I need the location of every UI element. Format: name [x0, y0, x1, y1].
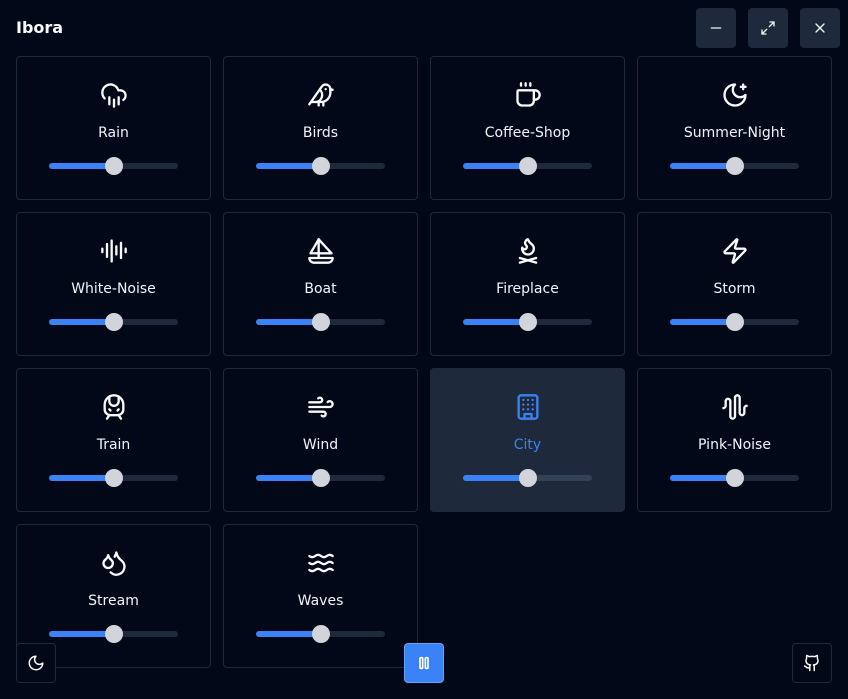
moon-icon — [27, 654, 45, 672]
maximize-button[interactable] — [748, 8, 788, 48]
audio-lines-icon — [100, 237, 128, 265]
github-icon — [803, 654, 821, 672]
volume-slider-thumb[interactable] — [311, 469, 330, 487]
volume-slider[interactable] — [49, 313, 178, 331]
sailboat-icon — [307, 237, 335, 265]
volume-slider[interactable] — [49, 469, 178, 487]
sound-card-wind[interactable]: Wind — [223, 368, 418, 512]
volume-slider-thumb[interactable] — [104, 625, 123, 643]
theme-toggle-button[interactable] — [16, 643, 56, 683]
sound-card-city[interactable]: City — [430, 368, 625, 512]
sound-label: Coffee-Shop — [484, 125, 571, 141]
maximize-icon — [760, 20, 776, 36]
sound-card-pink-noise[interactable]: Pink-Noise — [637, 368, 832, 512]
sound-card-birds[interactable]: Birds — [223, 56, 418, 200]
sound-label: White-Noise — [71, 281, 156, 297]
sound-label: Wind — [302, 437, 339, 453]
audio-waveform-icon — [721, 393, 749, 421]
volume-slider-thumb[interactable] — [518, 469, 537, 487]
close-button[interactable] — [800, 8, 840, 48]
sound-card-white-noise[interactable]: White-Noise — [16, 212, 211, 356]
pause-button[interactable] — [404, 643, 444, 683]
wind-icon — [307, 393, 335, 421]
flame-kindling-icon — [514, 237, 542, 265]
app-title: Ibora — [16, 18, 64, 37]
sound-card-coffee-shop[interactable]: Coffee-Shop — [430, 56, 625, 200]
waves-icon — [307, 549, 335, 577]
moon-star-icon — [721, 81, 749, 109]
pause-icon — [416, 655, 432, 671]
sound-card-boat[interactable]: Boat — [223, 212, 418, 356]
volume-slider[interactable] — [49, 625, 178, 643]
volume-slider-thumb[interactable] — [104, 469, 123, 487]
volume-slider-thumb[interactable] — [725, 313, 744, 331]
volume-slider-thumb[interactable] — [311, 313, 330, 331]
volume-slider-thumb[interactable] — [104, 313, 123, 331]
sound-label: Train — [96, 437, 131, 453]
sound-card-waves[interactable]: Waves — [223, 524, 418, 668]
volume-slider-thumb[interactable] — [518, 313, 537, 331]
volume-slider[interactable] — [670, 313, 799, 331]
volume-slider-fill — [256, 319, 321, 325]
volume-slider[interactable] — [670, 469, 799, 487]
volume-slider[interactable] — [256, 469, 385, 487]
close-icon — [812, 20, 828, 36]
volume-slider-thumb[interactable] — [104, 157, 123, 175]
github-button[interactable] — [792, 643, 832, 683]
volume-slider-fill — [49, 163, 114, 169]
volume-slider-fill — [463, 475, 528, 481]
volume-slider[interactable] — [256, 157, 385, 175]
sound-card-train[interactable]: Train — [16, 368, 211, 512]
volume-slider-fill — [49, 319, 114, 325]
bird-icon — [307, 81, 335, 109]
volume-slider[interactable] — [670, 157, 799, 175]
volume-slider-thumb[interactable] — [311, 625, 330, 643]
cloud-rain-icon — [100, 81, 128, 109]
volume-slider-thumb[interactable] — [725, 469, 744, 487]
sound-label: Summer-Night — [683, 125, 786, 141]
volume-slider-thumb[interactable] — [311, 157, 330, 175]
minimize-button[interactable] — [696, 8, 736, 48]
volume-slider-fill — [463, 319, 528, 325]
sound-label: Waves — [297, 593, 344, 609]
sound-label: Stream — [88, 593, 139, 609]
volume-slider[interactable] — [463, 157, 592, 175]
sound-label: Pink-Noise — [698, 437, 771, 453]
sound-label: Boat — [304, 281, 337, 297]
volume-slider-fill — [463, 163, 528, 169]
sound-card-fireplace[interactable]: Fireplace — [430, 212, 625, 356]
sound-label: Fireplace — [496, 281, 559, 297]
volume-slider-thumb[interactable] — [725, 157, 744, 175]
volume-slider[interactable] — [463, 313, 592, 331]
volume-slider-fill — [670, 163, 735, 169]
sound-label: City — [513, 437, 542, 453]
volume-slider-fill — [670, 319, 735, 325]
sound-label: Rain — [98, 125, 129, 141]
train-front-icon — [100, 393, 128, 421]
sound-card-storm[interactable]: Storm — [637, 212, 832, 356]
minus-icon — [708, 20, 724, 36]
coffee-icon — [514, 81, 542, 109]
building-icon — [514, 393, 542, 421]
zap-icon — [721, 237, 749, 265]
volume-slider[interactable] — [256, 313, 385, 331]
volume-slider-fill — [49, 631, 114, 637]
droplets-icon — [100, 549, 128, 577]
sound-label: Birds — [302, 125, 339, 141]
volume-slider-fill — [49, 475, 114, 481]
volume-slider-thumb[interactable] — [518, 157, 537, 175]
volume-slider-fill — [670, 475, 735, 481]
volume-slider[interactable] — [463, 469, 592, 487]
sound-card-rain[interactable]: Rain — [16, 56, 211, 200]
sound-grid: Rain Birds Coffee-Shop Summer-Night White-No… — [16, 56, 832, 668]
volume-slider[interactable] — [49, 157, 178, 175]
volume-slider[interactable] — [256, 625, 385, 643]
volume-slider-fill — [256, 163, 321, 169]
volume-slider-fill — [256, 631, 321, 637]
sound-card-summer-night[interactable]: Summer-Night — [637, 56, 832, 200]
volume-slider-fill — [256, 475, 321, 481]
sound-label: Storm — [713, 281, 756, 297]
